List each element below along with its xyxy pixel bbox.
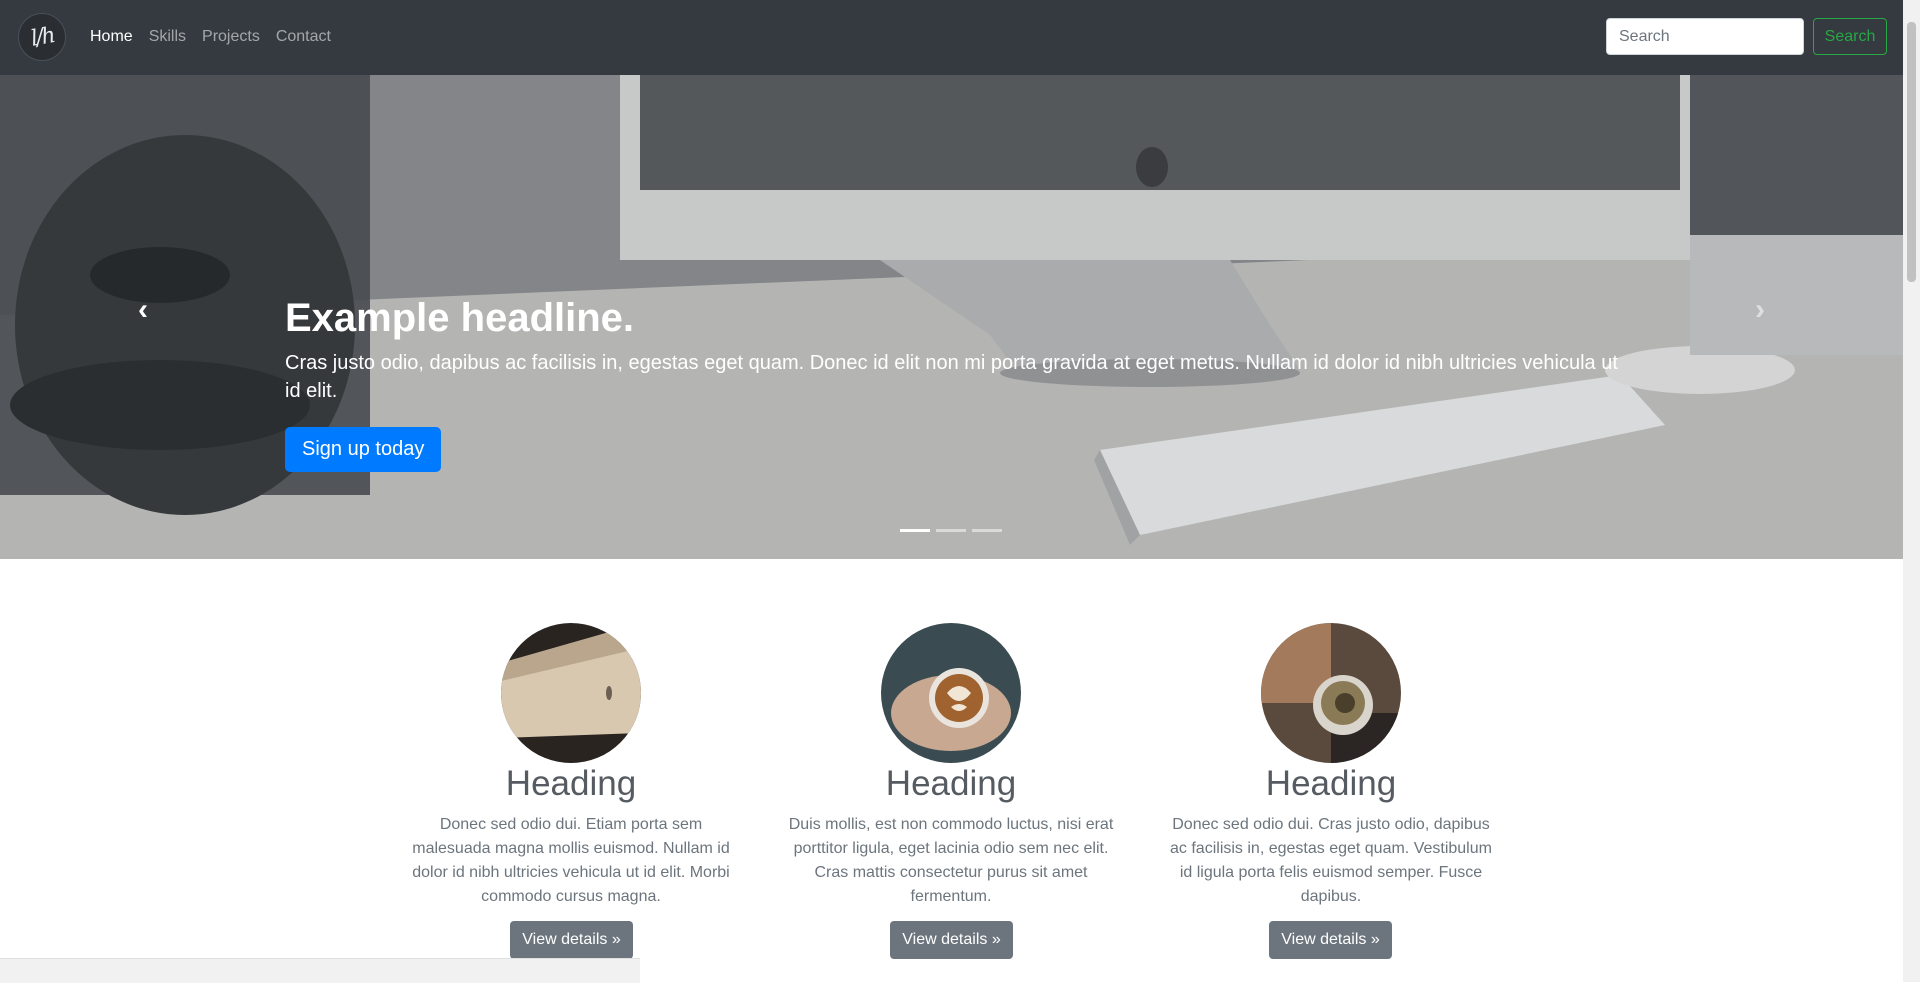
nav-link-contact[interactable]: Contact — [276, 26, 331, 48]
carousel-caption: Example headline. Cras justo odio, dapib… — [285, 293, 1625, 472]
carousel-indicator-3[interactable] — [972, 529, 1002, 532]
view-details-button[interactable]: View details » — [1269, 921, 1392, 959]
column-image — [501, 623, 641, 763]
vertical-scrollbar[interactable] — [1903, 0, 1920, 982]
carousel-next-button[interactable]: › — [1740, 290, 1780, 330]
marketing-column: Heading Donec sed odio dui. Etiam porta … — [406, 623, 736, 959]
column-text: Donec sed odio dui. Etiam porta sem male… — [412, 816, 730, 905]
hero-carousel: ‹ › Example headline. Cras justo odio, d… — [0, 75, 1903, 559]
column-heading: Heading — [885, 764, 1017, 803]
marketing-column: Heading Duis mollis, est non commodo luc… — [786, 623, 1116, 959]
carousel-indicator-1[interactable] — [900, 529, 930, 532]
carousel-text: Cras justo odio, dapibus ac facilisis in… — [285, 352, 1618, 402]
sign-up-button[interactable]: Sign up today — [285, 427, 442, 472]
nav-link-skills[interactable]: Skills — [149, 26, 186, 48]
navbar: l/h Home Skills Projects Contact Search — [0, 0, 1903, 75]
carousel-prev-button[interactable]: ‹ — [123, 290, 163, 330]
carousel-indicators — [900, 529, 1002, 532]
column-image — [881, 623, 1021, 763]
carousel-indicator-2[interactable] — [936, 529, 966, 532]
column-text: Duis mollis, est non commodo luctus, nis… — [788, 816, 1114, 905]
brand-logo[interactable]: l/h — [18, 13, 66, 61]
horizontal-scrollbar[interactable] — [0, 958, 640, 983]
brand-logo-text: l/h — [28, 22, 56, 52]
page: l/h Home Skills Projects Contact Search — [0, 0, 1903, 982]
carousel-headline: Example headline. — [285, 296, 635, 340]
nav-links: Home Skills Projects Contact — [90, 26, 331, 48]
scrollbar-thumb[interactable] — [1907, 22, 1916, 282]
column-heading: Heading — [1265, 764, 1397, 803]
nav-link-home[interactable]: Home — [90, 26, 133, 48]
search-button[interactable]: Search — [1813, 18, 1887, 55]
column-image — [1261, 623, 1401, 763]
column-text: Donec sed odio dui. Cras justo odio, dap… — [1170, 816, 1492, 905]
search-input[interactable] — [1606, 18, 1804, 55]
view-details-button[interactable]: View details » — [510, 921, 633, 959]
view-details-button[interactable]: View details » — [890, 921, 1013, 959]
marketing-column: Heading Donec sed odio dui. Cras justo o… — [1166, 623, 1496, 959]
nav-link-projects[interactable]: Projects — [202, 26, 260, 48]
column-heading: Heading — [505, 764, 637, 803]
chevron-right-icon: › — [1755, 293, 1765, 326]
chevron-left-icon: ‹ — [138, 293, 148, 326]
